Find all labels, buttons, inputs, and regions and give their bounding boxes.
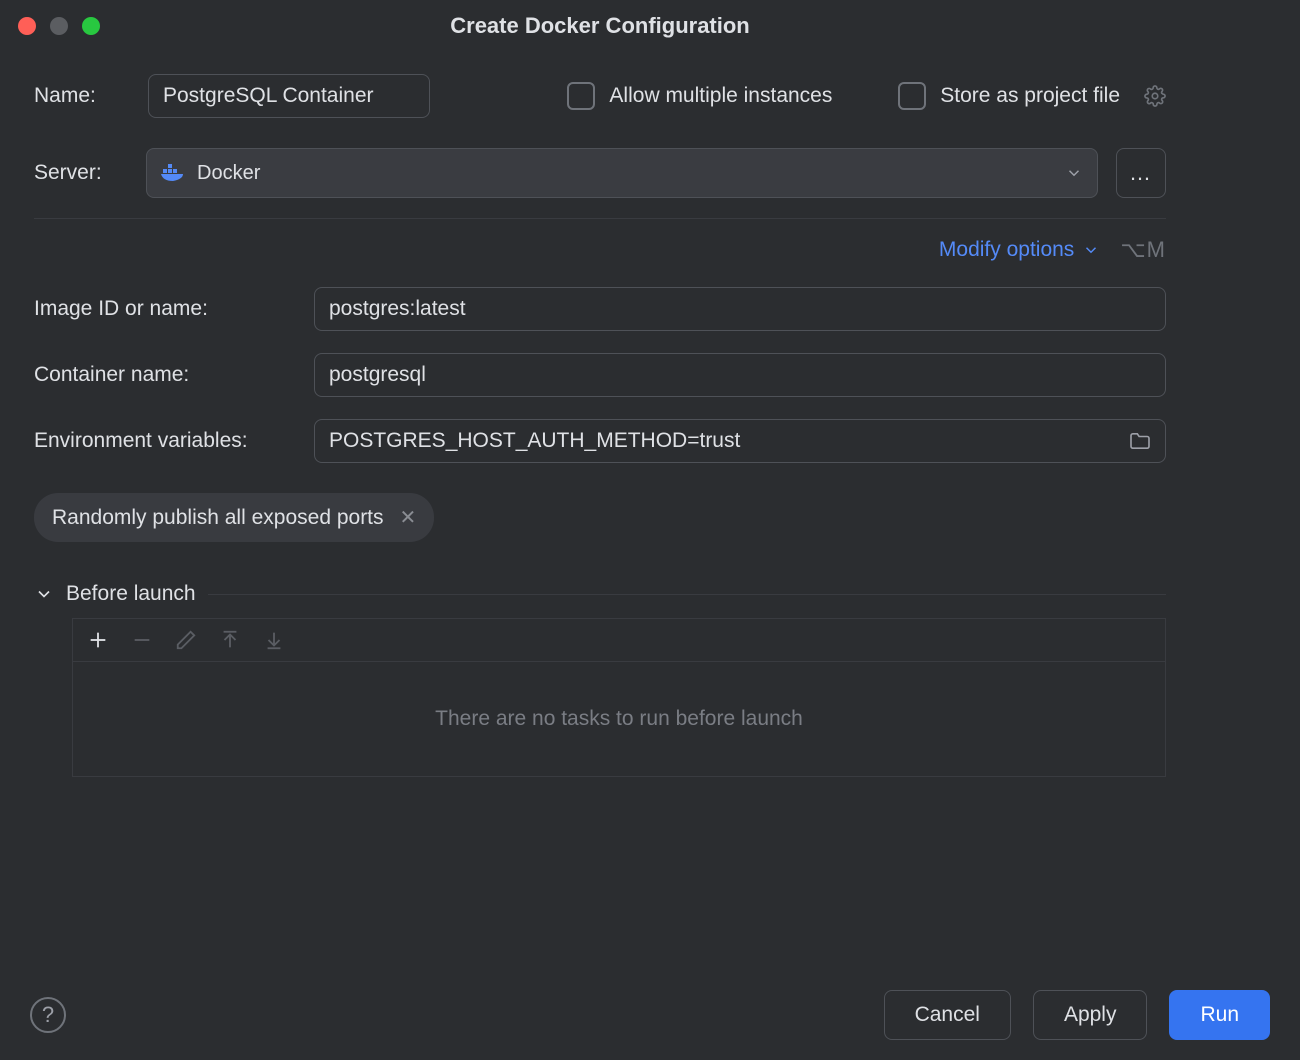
env-input-wrapper — [314, 419, 1166, 463]
task-toolbar — [72, 618, 1166, 662]
titlebar: Create Docker Configuration — [0, 0, 1200, 52]
chevron-down-icon — [1065, 164, 1083, 182]
cancel-button[interactable]: Cancel — [884, 990, 1011, 1040]
docker-icon — [161, 163, 187, 183]
server-value: Docker — [197, 162, 260, 185]
dialog-footer: ? Cancel Apply Run — [0, 970, 1300, 1060]
name-label: Name: — [34, 84, 124, 108]
allow-multiple-label: Allow multiple instances — [609, 84, 832, 108]
image-label: Image ID or name: — [34, 297, 294, 321]
add-task-icon[interactable] — [87, 629, 109, 651]
modify-options-shortcut: ⌥M — [1120, 237, 1166, 263]
allow-multiple-checkbox[interactable] — [567, 82, 595, 110]
container-name-input-wrapper — [314, 353, 1166, 397]
close-window-button[interactable] — [18, 17, 36, 35]
server-browse-button[interactable]: … — [1116, 148, 1166, 198]
container-name-label: Container name: — [34, 363, 294, 387]
task-list: There are no tasks to run before launch — [72, 662, 1166, 777]
publish-ports-chip[interactable]: Randomly publish all exposed ports ✕ — [34, 493, 434, 542]
apply-button[interactable]: Apply — [1033, 990, 1148, 1040]
store-project-checkbox[interactable] — [898, 82, 926, 110]
minimize-window-button[interactable] — [50, 17, 68, 35]
modify-options-label: Modify options — [939, 238, 1074, 262]
move-up-icon[interactable] — [219, 629, 241, 651]
chevron-down-icon — [1082, 241, 1100, 259]
help-button[interactable]: ? — [30, 997, 66, 1033]
edit-task-icon[interactable] — [175, 629, 197, 651]
divider — [208, 594, 1166, 595]
chip-remove-icon[interactable]: ✕ — [400, 505, 417, 530]
before-launch-label: Before launch — [66, 582, 196, 606]
move-down-icon[interactable] — [263, 629, 285, 651]
container-name-input[interactable] — [329, 363, 1151, 387]
server-label: Server: — [34, 161, 128, 185]
image-input-wrapper — [314, 287, 1166, 331]
gear-icon[interactable] — [1144, 85, 1166, 107]
modify-options-link[interactable]: Modify options — [939, 238, 1100, 262]
window-controls — [18, 17, 100, 35]
name-input[interactable] — [148, 74, 430, 118]
store-project-label: Store as project file — [940, 84, 1120, 108]
env-input[interactable] — [329, 429, 1151, 453]
remove-task-icon[interactable] — [131, 629, 153, 651]
maximize-window-button[interactable] — [82, 17, 100, 35]
image-input[interactable] — [329, 297, 1151, 321]
before-launch-header[interactable]: Before launch — [34, 582, 1166, 606]
chevron-down-icon — [34, 584, 54, 604]
env-label: Environment variables: — [34, 429, 294, 453]
server-select[interactable]: Docker — [146, 148, 1098, 198]
dialog-title: Create Docker Configuration — [0, 13, 1200, 39]
folder-icon[interactable] — [1129, 432, 1151, 450]
chip-label: Randomly publish all exposed ports — [52, 506, 384, 530]
run-button[interactable]: Run — [1169, 990, 1270, 1040]
divider — [34, 218, 1166, 219]
task-empty-text: There are no tasks to run before launch — [73, 662, 1165, 776]
